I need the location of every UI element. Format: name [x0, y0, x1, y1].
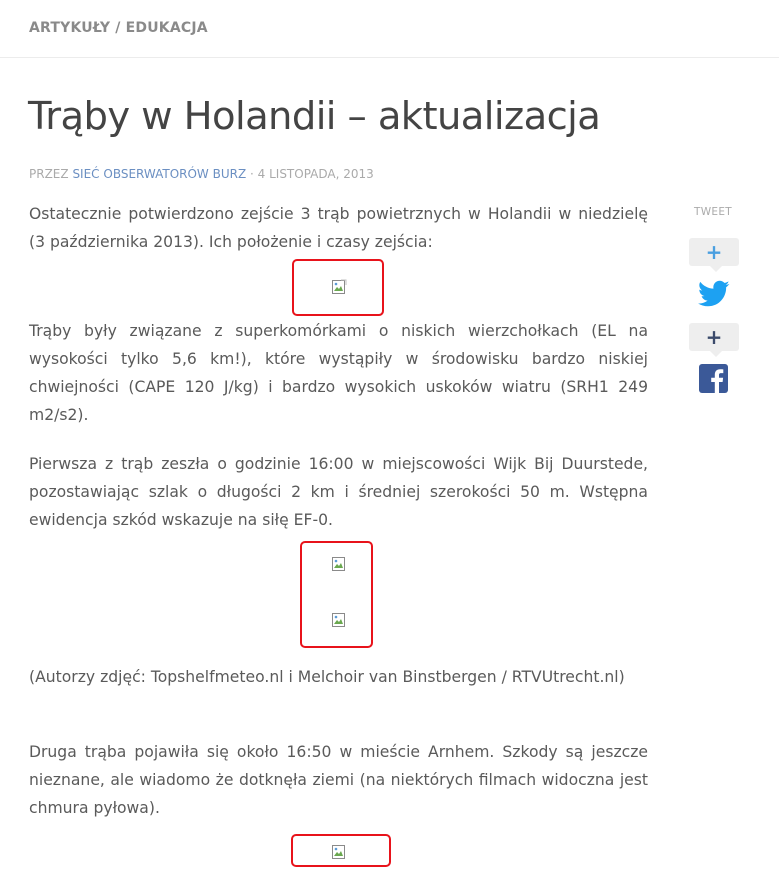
paragraph-intro: Ostatecznie potwierdzono zejście 3 trąb … — [29, 205, 648, 251]
top-bar: ARTYKUŁY / EDUKACJA — [0, 0, 779, 58]
broken-image-icon[interactable] — [331, 279, 347, 295]
broken-image-icon[interactable] — [331, 844, 347, 860]
facebook-icon[interactable] — [699, 364, 728, 397]
twitter-count-bubble[interactable]: + — [689, 238, 739, 272]
article-title: Trąby w Holandii – aktualizacja — [28, 94, 601, 139]
image-frame-arnhem — [291, 834, 391, 867]
paragraph-autorzy-zdjec: (Autorzy zdjęć: Topshelfmeteo.nl i Melch… — [29, 668, 625, 686]
broken-image-icon[interactable] — [331, 612, 347, 628]
broken-image-icon[interactable] — [331, 556, 347, 572]
article-meta: PRZEZ SIEĆ OBSERWATORÓW BURZ · 4 LISTOPA… — [29, 167, 374, 181]
meta-prefix: PRZEZ — [29, 167, 69, 181]
meta-date: · 4 LISTOPADA, 2013 — [250, 167, 374, 181]
twitter-icon[interactable] — [698, 280, 730, 312]
image-frame-map — [292, 259, 384, 316]
facebook-count-bubble[interactable]: + — [689, 323, 739, 357]
plus-icon: + — [705, 240, 723, 264]
paragraph-pierwsza-traba: Pierwsza z trąb zeszła o godzinie 16:00 … — [29, 455, 648, 529]
breadcrumb[interactable]: ARTYKUŁY / EDUKACJA — [29, 20, 208, 36]
author-link[interactable]: SIEĆ OBSERWATORÓW BURZ — [72, 167, 246, 181]
image-frame-photos — [300, 541, 373, 648]
paragraph-superkomorki: Trąby były związane z superkomórkami o n… — [29, 322, 648, 424]
plus-icon: + — [705, 325, 723, 349]
tweet-label: TWEET — [694, 206, 732, 218]
paragraph-druga-traba: Druga trąba pojawiła się około 16:50 w m… — [29, 743, 648, 817]
